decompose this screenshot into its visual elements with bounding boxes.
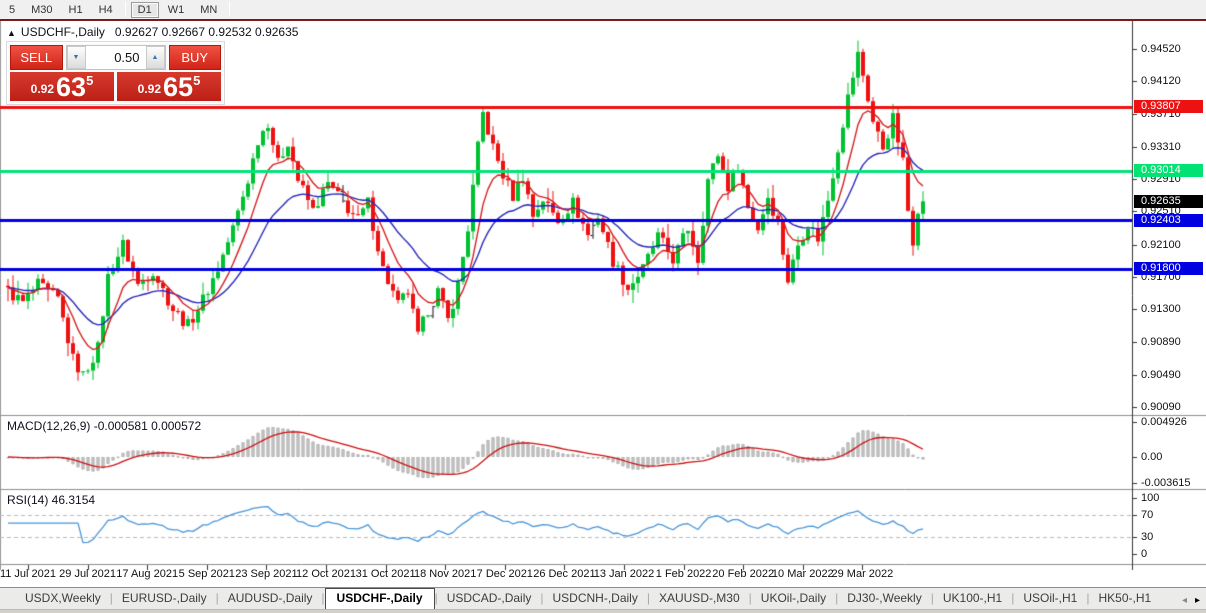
rsi-axis-tick: 70 — [1141, 509, 1153, 521]
tab-dj30-weekly[interactable]: DJ30-,Weekly — [838, 589, 930, 609]
price-axis-tick: 0.90890 — [1141, 336, 1181, 348]
timeframe-h4[interactable]: H4 — [92, 2, 120, 18]
chart-tabbar: USDX,Weekly|EURUSD-,Daily|AUDUSD-,Daily|… — [0, 587, 1206, 609]
time-axis-label: 7 Dec 2021 — [477, 568, 533, 580]
time-axis-label: 29 Mar 2022 — [832, 568, 894, 580]
chart-area: ▲ USDCHF-,Daily 0.92627 0.92667 0.92532 0.… — [0, 21, 1206, 587]
buy-price-pip: 5 — [193, 73, 200, 88]
time-axis-label: 10 Mar 2022 — [772, 568, 834, 580]
macd-axis-tick: 0.00 — [1141, 451, 1162, 463]
volume-input[interactable] — [86, 46, 146, 69]
one-click-trade-panel: SELL ▼ ▲ BUY 0.92 63 5 0.92 65 5 — [6, 41, 225, 105]
time-axis-label: 18 Nov 2021 — [414, 568, 476, 580]
volume-spinner: ▼ ▲ — [66, 45, 166, 70]
tab-audusd-daily[interactable]: AUDUSD-,Daily — [219, 589, 322, 609]
time-axis-label: 1 Feb 2022 — [656, 568, 712, 580]
sell-price-box[interactable]: 0.92 63 5 — [10, 72, 114, 101]
timeframe-mn[interactable]: MN — [193, 2, 224, 18]
buy-price-big: 65 — [163, 75, 193, 99]
timeframe-w1[interactable]: W1 — [161, 2, 192, 18]
status-strip — [0, 609, 1206, 613]
time-axis-label: 13 Jan 2022 — [594, 568, 655, 580]
rsi-axis-tick: 30 — [1141, 531, 1153, 543]
rsi-indicator-label: RSI(14) 46.3154 — [7, 493, 95, 507]
tab-scroll-left-icon[interactable]: ◂ — [1182, 595, 1187, 606]
time-axis-label: 17 Aug 2021 — [116, 568, 178, 580]
toolbar-separator — [229, 2, 230, 17]
chart-canvas[interactable] — [0, 21, 1206, 587]
tab-ukoil-daily[interactable]: UKOil-,Daily — [752, 589, 835, 609]
sell-price-prefix: 0.92 — [31, 82, 54, 96]
volume-decrease-icon[interactable]: ▼ — [67, 46, 86, 69]
macd-axis-tick: -0.003615 — [1141, 477, 1191, 489]
price-axis-tick: 0.94520 — [1141, 43, 1181, 55]
tab-hk50-h1[interactable]: HK50-,H1 — [1089, 589, 1160, 609]
tab-scroll-right-icon[interactable]: ▸ — [1195, 595, 1200, 606]
time-axis-label: 26 Dec 2021 — [533, 568, 595, 580]
price-axis-tick: 0.90490 — [1141, 369, 1181, 381]
timeframe-5[interactable]: 5 — [2, 2, 22, 18]
price-tag: 0.92403 — [1134, 214, 1203, 227]
time-axis-label: 12 Oct 2021 — [296, 568, 356, 580]
time-axis-label: 5 Sep 2021 — [179, 568, 235, 580]
macd-axis-tick: 0.004926 — [1141, 416, 1187, 428]
chart-tabs: USDX,Weekly|EURUSD-,Daily|AUDUSD-,Daily|… — [16, 588, 1160, 609]
timeframe-d1[interactable]: D1 — [131, 2, 159, 18]
tab-usdcad-daily[interactable]: USDCAD-,Daily — [438, 589, 541, 609]
chart-symbol-label: USDCHF-,Daily — [21, 25, 105, 39]
price-axis-tick: 0.94120 — [1141, 75, 1181, 87]
macd-indicator-label: MACD(12,26,9) -0.000581 0.000572 — [7, 419, 201, 433]
rsi-axis-tick: 0 — [1141, 548, 1147, 560]
tab-uk100-h1[interactable]: UK100-,H1 — [934, 589, 1011, 609]
buy-price-box[interactable]: 0.92 65 5 — [117, 72, 221, 101]
time-axis-label: 31 Oct 2021 — [356, 568, 416, 580]
timeframe-h1[interactable]: H1 — [62, 2, 90, 18]
tab-usdx-weekly[interactable]: USDX,Weekly — [16, 589, 110, 609]
tab-usoil-h1[interactable]: USOil-,H1 — [1014, 589, 1086, 609]
tab-eurusd-daily[interactable]: EURUSD-,Daily — [113, 589, 216, 609]
price-tag: 0.92635 — [1134, 195, 1203, 208]
timeframe-toolbar: 5M30H1H4 D1W1MN — [0, 0, 1206, 19]
price-axis-tick: 0.91300 — [1141, 303, 1181, 315]
rsi-axis-tick: 100 — [1141, 492, 1159, 504]
time-axis-label: 20 Feb 2022 — [712, 568, 774, 580]
price-tag: 0.93807 — [1134, 100, 1203, 113]
tab-usdchf-daily[interactable]: USDCHF-,Daily — [325, 588, 435, 609]
volume-increase-icon[interactable]: ▲ — [146, 46, 165, 69]
toolbar-separator — [125, 2, 126, 17]
tab-usdcnh-daily[interactable]: USDCNH-,Daily — [544, 589, 647, 609]
time-axis-label: 23 Sep 2021 — [235, 568, 297, 580]
price-axis-tick: 0.90090 — [1141, 401, 1181, 413]
sell-price-big: 63 — [56, 75, 86, 99]
chart-ohlc-values: 0.92627 0.92667 0.92532 0.92635 — [115, 25, 299, 39]
price-axis-tick: 0.92100 — [1141, 239, 1181, 251]
tab-xauusd-m30[interactable]: XAUUSD-,M30 — [650, 589, 749, 609]
collapse-panel-icon[interactable]: ▲ — [7, 28, 16, 38]
buy-button[interactable]: BUY — [169, 45, 222, 70]
sell-price-pip: 5 — [86, 73, 93, 88]
sell-button[interactable]: SELL — [10, 45, 63, 70]
price-axis-tick: 0.93310 — [1141, 141, 1181, 153]
buy-price-prefix: 0.92 — [138, 82, 161, 96]
tab-scroll-arrows: ◂ ▸ — [1182, 595, 1206, 609]
time-axis-label: 29 Jul 2021 — [59, 568, 116, 580]
chart-title: ▲ USDCHF-,Daily 0.92627 0.92667 0.92532 0.… — [7, 25, 298, 39]
price-tag: 0.93014 — [1134, 164, 1203, 177]
price-tag: 0.91800 — [1134, 262, 1203, 275]
timeframe-m30[interactable]: M30 — [24, 2, 59, 18]
time-axis-label: 11 Jul 2021 — [0, 568, 56, 580]
